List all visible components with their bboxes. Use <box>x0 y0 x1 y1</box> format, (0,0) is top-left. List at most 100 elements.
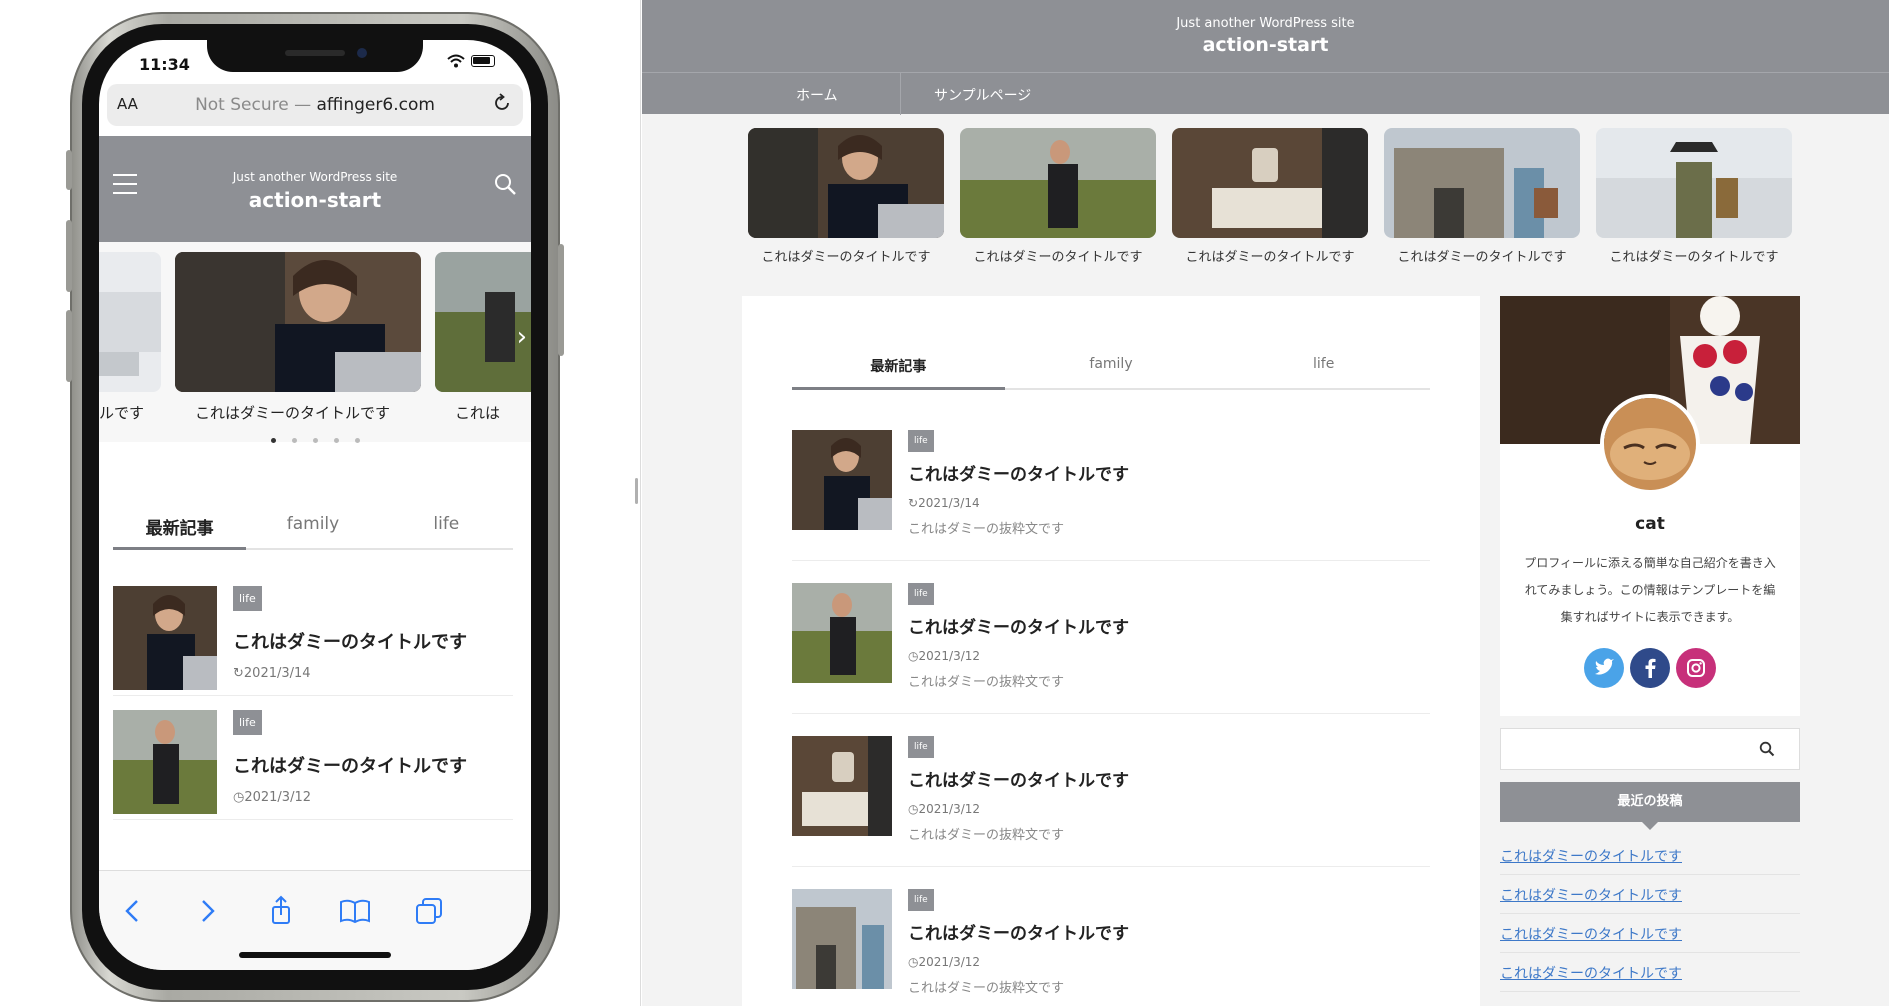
slider-dot[interactable] <box>291 438 297 443</box>
url-text[interactable]: Not Secure — affinger6.com <box>107 95 523 115</box>
nav-item-sample-page[interactable]: サンプルページ <box>934 85 1031 105</box>
featured-item[interactable]: これはダミーのタイトルです <box>960 128 1156 265</box>
recent-post-link[interactable]: これはダミーのタイトルです <box>1500 953 1800 992</box>
share-icon[interactable] <box>263 893 299 929</box>
forward-icon[interactable] <box>189 893 225 929</box>
list-item[interactable]: life これはダミーのタイトルです ◷2021/3/12 <box>113 700 513 820</box>
list-item[interactable]: life これはダミーのタイトルです ↻2021/3/14 <box>113 576 513 696</box>
slide-image[interactable] <box>99 252 161 392</box>
safari-url-bar[interactable]: AA Not Secure — affinger6.com <box>107 84 523 126</box>
post-thumbnail[interactable] <box>792 430 892 530</box>
post-thumbnail[interactable] <box>113 586 217 690</box>
phone-mute-switch <box>66 150 72 190</box>
tabs-icon[interactable] <box>411 893 447 929</box>
featured-image[interactable] <box>960 128 1156 238</box>
slider-dot[interactable] <box>354 438 360 443</box>
slide-caption[interactable]: これはダミーのタイトルです <box>195 402 390 423</box>
desktop-site-title[interactable]: action-start <box>642 34 1889 56</box>
category-badge[interactable]: life <box>233 586 262 611</box>
back-icon[interactable] <box>115 893 151 929</box>
category-badge[interactable]: life <box>908 583 934 605</box>
featured-item[interactable]: これはダミーのタイトルです <box>1384 128 1580 265</box>
post-excerpt: これはダミーの抜粋文です <box>908 981 1065 996</box>
clock-icon: ◷ <box>908 955 919 969</box>
post-thumbnail[interactable] <box>792 889 892 989</box>
slider-dot[interactable] <box>333 438 339 443</box>
reload-icon[interactable] <box>491 92 513 114</box>
recent-post-link[interactable]: これはダミーのタイトルです <box>1500 914 1800 953</box>
category-badge[interactable]: life <box>233 710 262 735</box>
phone-power-button <box>558 244 564 356</box>
slider-dot[interactable] <box>270 438 276 443</box>
post-date: ↻2021/3/14 <box>233 666 311 681</box>
tab-family[interactable]: family <box>1005 356 1218 388</box>
slide-image[interactable] <box>175 252 421 392</box>
mobile-post-tabs: 最新記事 family life <box>113 510 513 550</box>
tab-latest[interactable]: 最新記事 <box>113 510 247 550</box>
list-item[interactable]: life これはダミーのタイトルです ◷2021/3/12 これはダミーの抜粋文… <box>792 561 1430 714</box>
list-item[interactable]: life これはダミーのタイトルです ◷2021/3/12 これはダミーの抜粋文… <box>792 714 1430 867</box>
featured-image[interactable] <box>1384 128 1580 238</box>
bookmarks-icon[interactable] <box>337 893 373 929</box>
slide-caption[interactable]: これは <box>455 402 500 423</box>
featured-caption[interactable]: これはダミーのタイトルです <box>1384 246 1580 265</box>
slide-caption[interactable]: ルです <box>99 402 144 423</box>
sidebar-search-input[interactable] <box>1500 728 1800 770</box>
url-domain: affinger6.com <box>316 95 435 115</box>
post-title[interactable]: これはダミーのタイトルです <box>233 752 467 778</box>
post-title[interactable]: これはダミーのタイトルです <box>233 628 467 654</box>
list-item[interactable]: life これはダミーのタイトルです ◷2021/3/12 これはダミーの抜粋文… <box>792 867 1430 1006</box>
featured-caption[interactable]: これはダミーのタイトルです <box>1596 246 1792 265</box>
featured-image[interactable] <box>748 128 944 238</box>
category-badge[interactable]: life <box>908 736 934 758</box>
mobile-featured-slider[interactable]: ルです これはダミーのタイトルです これは › <box>99 242 531 443</box>
recent-post-link[interactable]: これはダミーのタイトルです <box>1500 875 1800 914</box>
tab-life[interactable]: life <box>1217 356 1430 388</box>
desktop-global-nav: ホーム サンプルページ <box>642 72 1889 115</box>
desktop-view: Just another WordPress site action-start… <box>642 0 1889 1006</box>
post-title[interactable]: これはダミーのタイトルです <box>908 766 1129 791</box>
category-badge[interactable]: life <box>908 430 934 452</box>
search-icon[interactable] <box>1759 741 1775 757</box>
slider-next-icon[interactable]: › <box>517 322 527 352</box>
category-badge[interactable]: life <box>908 889 934 911</box>
nav-item-home[interactable]: ホーム <box>796 85 838 105</box>
post-excerpt: これはダミーの抜粋文です <box>908 522 1065 537</box>
featured-image[interactable] <box>1172 128 1368 238</box>
instagram-icon[interactable] <box>1676 648 1716 688</box>
tab-family[interactable]: family <box>246 510 379 548</box>
home-indicator <box>239 952 391 958</box>
post-title[interactable]: これはダミーのタイトルです <box>908 613 1129 638</box>
post-excerpt: これはダミーの抜粋文です <box>908 675 1065 690</box>
mobile-site-header: Just another WordPress site action-start <box>99 136 531 242</box>
list-item[interactable]: life これはダミーのタイトルです ↻2021/3/14 これはダミーの抜粋文… <box>792 408 1430 561</box>
facebook-icon[interactable] <box>1630 648 1670 688</box>
twitter-icon[interactable] <box>1584 648 1624 688</box>
featured-caption[interactable]: これはダミーのタイトルです <box>960 246 1156 265</box>
desktop-main-content: 最新記事 family life life これはダミーのタイトルです ↻202… <box>742 296 1480 1006</box>
featured-caption[interactable]: これはダミーのタイトルです <box>1172 246 1368 265</box>
mobile-site-title[interactable]: action-start <box>99 188 531 212</box>
featured-caption[interactable]: これはダミーのタイトルです <box>748 246 944 265</box>
post-title[interactable]: これはダミーのタイトルです <box>908 460 1129 485</box>
post-thumbnail[interactable] <box>792 736 892 836</box>
resize-handle[interactable] <box>635 478 638 504</box>
slider-dots[interactable] <box>99 428 531 447</box>
featured-item[interactable]: これはダミーのタイトルです <box>1172 128 1368 265</box>
phone-notch <box>207 40 423 72</box>
pane-divider <box>640 0 641 1006</box>
featured-image[interactable] <box>1596 128 1792 238</box>
tab-life[interactable]: life <box>380 510 513 548</box>
post-thumbnail[interactable] <box>113 710 217 814</box>
featured-item[interactable]: これはダミーのタイトルです <box>748 128 944 265</box>
post-date: ↻2021/3/14 <box>908 496 980 510</box>
avatar <box>1600 394 1700 494</box>
post-thumbnail[interactable] <box>792 583 892 683</box>
recent-post-link[interactable]: これはダミーのタイトルです <box>1500 836 1800 875</box>
featured-item[interactable]: これはダミーのタイトルです <box>1596 128 1792 265</box>
slider-dot[interactable] <box>312 438 318 443</box>
search-icon[interactable] <box>493 172 517 196</box>
post-title[interactable]: これはダミーのタイトルです <box>908 919 1129 944</box>
tab-latest[interactable]: 最新記事 <box>792 356 1005 390</box>
clock-icon: ◷ <box>233 790 245 805</box>
